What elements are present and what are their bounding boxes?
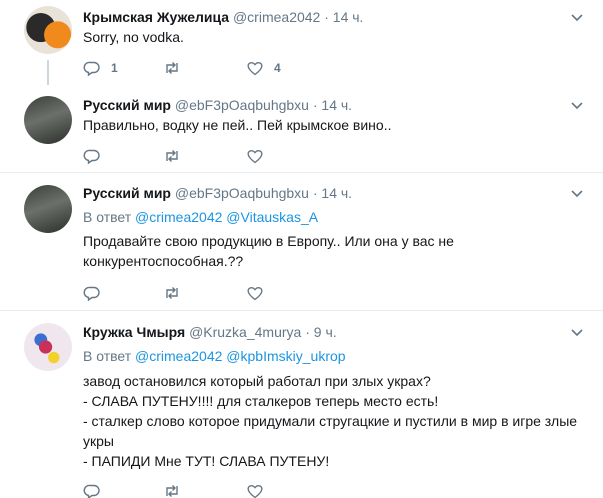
tweet-item[interactable]: Русский мир @ebF3pOaqbuhgbxu · 14 ч. Пра… — [0, 85, 603, 173]
reply-mention[interactable]: @Vitauskas_A — [226, 209, 318, 225]
tweet-header: Русский мир @ebF3pOaqbuhgbxu · 14 ч. — [83, 96, 352, 114]
retweet-icon — [166, 485, 178, 497]
heart-icon — [247, 287, 263, 301]
retweet-button[interactable] — [163, 146, 181, 166]
chevron-down-icon[interactable] — [569, 185, 585, 201]
tweet-text-line: Правильно, водку не пей.. Пей крымское в… — [83, 117, 392, 133]
tweet-text-line: - сталкер слово которое придумали струга… — [83, 413, 578, 429]
chevron-down-icon[interactable] — [569, 324, 585, 340]
tweet-item[interactable]: Кружка Чмыря @Kruzka_4murya · 9 ч. В отв… — [0, 311, 603, 498]
heart-icon — [247, 150, 263, 164]
reply-count: 1 — [111, 61, 118, 75]
retweet-icon — [166, 287, 178, 299]
author-handle[interactable]: @ebF3pOaqbuhgbxu — [175, 97, 309, 113]
reply-prefix: В ответ — [83, 348, 132, 364]
tweet-text: Sorry, no vodka. — [83, 27, 583, 47]
tweet-text: завод остановился который работал при зл… — [83, 371, 583, 471]
reply-prefix: В ответ — [83, 209, 132, 225]
retweet-button[interactable] — [163, 283, 181, 303]
like-button[interactable] — [246, 481, 264, 498]
author-handle[interactable]: @Kruzka_4murya — [189, 324, 301, 340]
tweet-time[interactable]: · 14 ч. — [324, 9, 363, 25]
chevron-down-icon[interactable] — [569, 97, 585, 113]
avatar[interactable] — [24, 185, 72, 233]
reply-context: В ответ @crimea2042 @Vitauskas_A — [83, 208, 318, 226]
tweet-text-line: - СЛАВА ПУТЕНУ!!!! для сталкеров теперь … — [83, 393, 439, 409]
heart-icon — [247, 62, 263, 76]
thread-connector — [47, 60, 49, 85]
reply-button[interactable]: 1 — [83, 58, 118, 78]
like-button[interactable] — [246, 146, 264, 166]
tweet-text-line: - ПАПИДИ Мне ТУТ! СЛАВА ПУТЕНУ! — [83, 453, 330, 469]
tweet-time[interactable]: · 14 ч. — [313, 97, 352, 113]
tweet-header: Кружка Чмыря @Kruzka_4murya · 9 ч. — [83, 323, 337, 341]
reply-mention[interactable]: @kpbImskiy_ukrop — [226, 348, 345, 364]
author-name[interactable]: Крымская Жужелица — [83, 9, 229, 25]
reply-icon — [83, 149, 100, 165]
retweet-icon — [166, 150, 178, 162]
retweet-icon — [166, 62, 178, 74]
reply-icon — [83, 484, 100, 498]
avatar[interactable] — [24, 96, 72, 144]
author-name[interactable]: Русский мир — [83, 97, 171, 113]
tweet-time[interactable]: · 14 ч. — [313, 185, 352, 201]
avatar[interactable] — [24, 6, 72, 54]
tweet-text: Продавайте свою продукцию в Европу.. Или… — [83, 231, 583, 271]
tweet-header: Крымская Жужелица @crimea2042 · 14 ч. — [83, 8, 363, 26]
tweet-text-line: Sorry, no vodka. — [83, 29, 184, 45]
reply-button[interactable] — [83, 283, 101, 303]
reply-button[interactable] — [83, 481, 101, 498]
author-handle[interactable]: @ebF3pOaqbuhgbxu — [175, 185, 309, 201]
tweet-actions — [83, 283, 383, 303]
tweet-header: Русский мир @ebF3pOaqbuhgbxu · 14 ч. — [83, 184, 352, 202]
tweet-actions: 1 4 — [83, 58, 383, 78]
tweet-text-line: конкурентоспособная.?? — [83, 253, 244, 269]
reply-mention[interactable]: @crimea2042 — [135, 348, 222, 364]
reply-icon — [83, 286, 100, 302]
author-name[interactable]: Русский мир — [83, 185, 171, 201]
tweet-actions — [83, 146, 383, 166]
author-handle[interactable]: @crimea2042 — [233, 9, 320, 25]
tweet-time[interactable]: · 9 ч. — [305, 324, 336, 340]
author-name[interactable]: Кружка Чмыря — [83, 324, 185, 340]
reply-button[interactable] — [83, 146, 101, 166]
tweet-text-line: Продавайте свою продукцию в Европу.. Или… — [83, 233, 454, 249]
tweet-text-line: укры — [83, 433, 114, 449]
avatar[interactable] — [24, 323, 72, 371]
reply-context: В ответ @crimea2042 @kpbImskiy_ukrop — [83, 347, 346, 365]
like-count: 4 — [274, 61, 281, 75]
like-button[interactable] — [246, 283, 264, 303]
tweet-text-line: завод остановился который работал при зл… — [83, 373, 431, 389]
retweet-button[interactable] — [163, 58, 191, 78]
like-button[interactable]: 4 — [246, 58, 281, 78]
chevron-down-icon[interactable] — [569, 9, 585, 25]
tweet-item[interactable]: Крымская Жужелица @crimea2042 · 14 ч. So… — [0, 0, 603, 85]
retweet-button[interactable] — [163, 481, 181, 498]
tweet-text: Правильно, водку не пей.. Пей крымское в… — [83, 115, 583, 135]
reply-icon — [83, 61, 100, 77]
heart-icon — [247, 485, 263, 498]
tweet-item[interactable]: Русский мир @ebF3pOaqbuhgbxu · 14 ч. В о… — [0, 173, 603, 311]
reply-mention[interactable]: @crimea2042 — [135, 209, 222, 225]
tweet-actions — [83, 481, 383, 498]
